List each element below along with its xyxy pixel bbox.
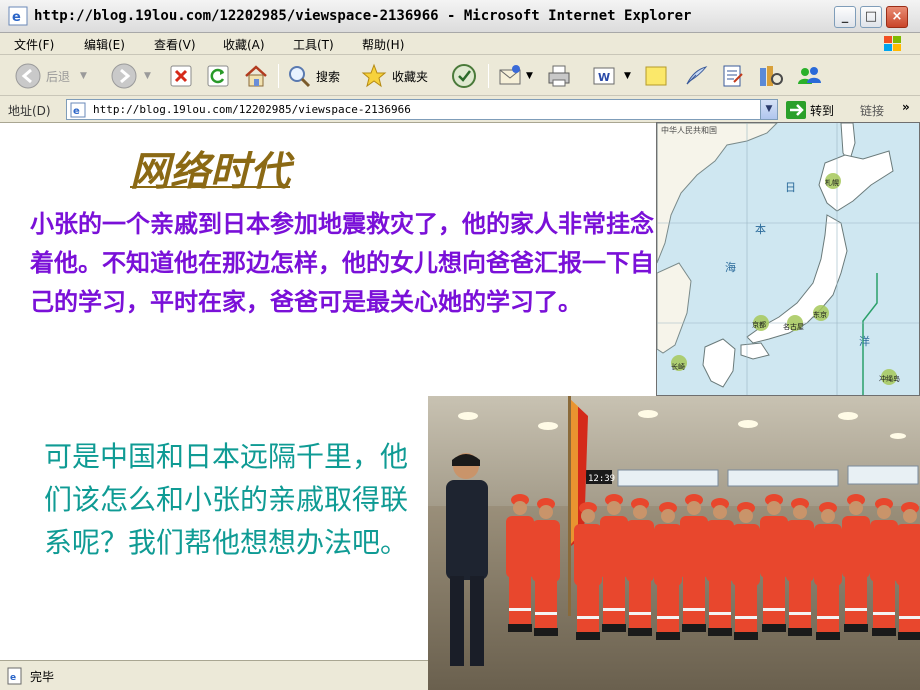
forward-button[interactable]: ▼ [110,62,151,90]
slide-paragraph-2: 可是中国和日本远隔千里，他们该怎么和小张的亲戚取得联系呢？我们帮他想想办法吧。 [44,440,409,559]
edit-dropdown-icon[interactable]: ▼ [624,71,631,81]
go-arrow-icon [786,101,806,119]
printer-icon [548,65,570,87]
research-button[interactable] [682,62,710,90]
map-sea-char-2: 本 [755,222,766,236]
search-label: 搜索 [316,69,341,84]
forward-dropdown-icon[interactable]: ▼ [144,71,151,81]
back-dropdown-icon[interactable]: ▼ [80,71,87,81]
photo-clock: 12:39 [588,474,615,484]
address-dropdown-icon[interactable]: ▼ [760,100,777,119]
users-icon [798,67,821,84]
refresh-button[interactable] [205,62,231,90]
search-icon [289,66,311,88]
address-bar: 地址(D) e http://blog.19lou.com/12202985/v… [0,97,920,123]
links-label[interactable]: 链接 [860,102,884,119]
stop-icon [170,65,192,87]
note-icon [645,66,667,86]
feather-icon [686,66,708,85]
menu-favorites[interactable]: 收藏(A) [223,36,265,53]
edit-button[interactable]: W ▼ [590,62,631,90]
refresh-icon [207,65,229,87]
menu-tools[interactable]: 工具(T) [293,36,334,53]
home-icon [245,65,267,87]
japan-map: 中华人民共和国 日 本 海 洋 札幌 东京 京都 名古屋 长崎 冲绳岛 [656,122,920,396]
ie-page-icon: e [70,102,86,118]
search-button[interactable]: 搜索 [286,62,340,90]
back-button[interactable]: 后退 ▼ [14,62,87,90]
svg-text:e: e [12,10,21,25]
slide-heading: 网络时代 [130,149,290,194]
mail-button[interactable]: ▼ [496,62,533,90]
menu-help[interactable]: 帮助(H) [362,36,404,53]
star-icon [361,63,387,88]
mail-dropdown-icon[interactable]: ▼ [526,71,533,81]
svg-text:e: e [73,106,80,117]
library-button[interactable] [756,62,784,90]
minimize-button[interactable]: _ [834,6,856,28]
rescue-team-photo: 12:39 [428,396,920,690]
address-input[interactable]: e http://blog.19lou.com/12202985/viewspa… [66,99,778,120]
favorites-label: 收藏夹 [392,69,429,84]
svg-text:W: W [598,71,610,84]
map-city-tokyo: 东京 [813,310,827,319]
media-button[interactable] [450,62,478,90]
books-icon [760,66,783,86]
go-button[interactable]: 转到 [786,101,834,119]
status-text: 完毕 [30,670,55,684]
go-label: 转到 [810,103,835,118]
close-button[interactable]: × [886,6,908,28]
menu-edit[interactable]: 编辑(E) [84,36,125,53]
document-icon [723,65,743,87]
map-header: 中华人民共和国 [661,125,717,135]
mail-icon [499,65,521,85]
back-arrow-icon [15,63,41,89]
menu-file[interactable]: 文件(F) [14,36,54,53]
map-sea-char-1: 日 [785,181,796,194]
slide-paragraph-1: 小张的一个亲戚到日本参加地震救灾了，他的家人非常挂念着他。不知道他在那边怎样，他… [30,210,654,316]
chevron-right-icon[interactable]: » [902,100,910,114]
menu-bar: 文件(F) 编辑(E) 查看(V) 收藏(A) 工具(T) 帮助(H) [0,33,920,55]
map-city-nagoya: 名古屋 [783,322,804,331]
title-bar: e http://blog.19lou.com/12202985/viewspa… [0,0,920,33]
page-done-icon: e [7,667,22,685]
map-city-sapporo: 札幌 [825,178,839,187]
ie-page-icon: e [8,6,28,26]
word-edit-icon: W [593,67,615,85]
windows-logo-icon [884,36,901,51]
messenger-edit-button[interactable] [718,62,746,90]
home-button[interactable] [242,62,270,90]
forward-arrow-icon [111,63,137,89]
map-city-nagasaki: 长崎 [671,362,685,371]
discuss-button[interactable] [642,62,670,90]
map-sea-char-3: 海 [725,260,736,274]
svg-text:e: e [10,673,16,683]
address-label: 地址(D) [8,104,51,118]
maximize-button[interactable]: □ [860,6,882,28]
stop-button[interactable] [168,62,194,90]
map-ocean-char: 洋 [859,334,870,348]
map-city-kyoto: 京都 [752,320,766,329]
map-city-okinawa: 冲绳岛 [879,374,900,383]
status-bar: e 完毕 [0,660,428,690]
media-icon [452,64,476,88]
menu-view[interactable]: 查看(V) [154,36,196,53]
favorites-button[interactable]: 收藏夹 [360,62,428,90]
print-button[interactable] [545,62,573,90]
window-title: http://blog.19lou.com/12202985/viewspace… [34,8,692,24]
back-label: 后退 [46,69,71,84]
address-url: http://blog.19lou.com/12202985/viewspace… [93,103,411,116]
messenger-button[interactable] [795,62,823,90]
standard-toolbar: 后退 ▼ ▼ 搜索 收藏夹 ▼ W ▼ [0,56,920,96]
